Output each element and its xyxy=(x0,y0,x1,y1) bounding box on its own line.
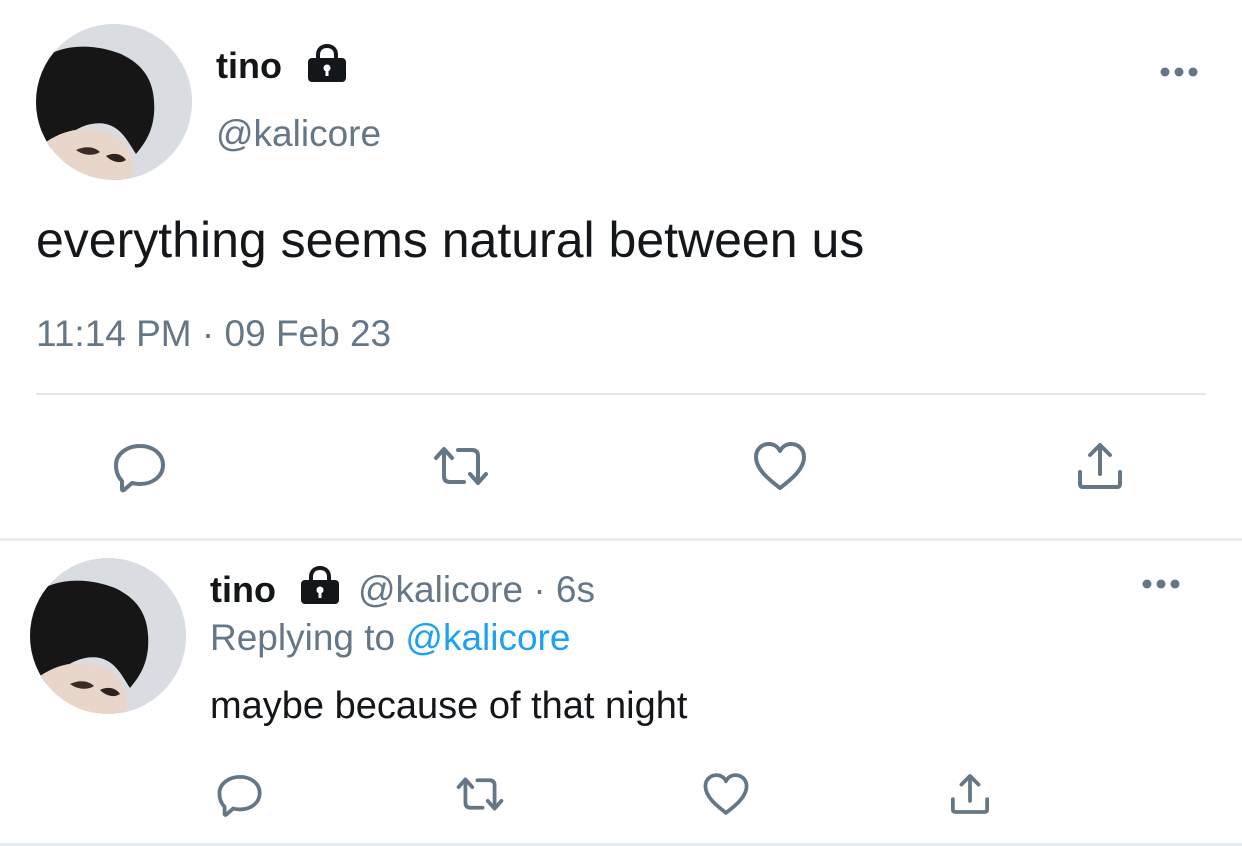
more-icon[interactable] xyxy=(1158,62,1200,82)
more-icon[interactable] xyxy=(1140,574,1182,594)
divider xyxy=(36,393,1206,395)
avatar[interactable] xyxy=(36,24,192,180)
retweet-icon xyxy=(434,447,488,485)
display-name[interactable]: tino xyxy=(216,44,282,88)
mention-link[interactable]: @kalicore xyxy=(405,617,570,658)
avatar[interactable] xyxy=(30,558,186,714)
share-button[interactable] xyxy=(944,768,996,820)
display-name[interactable]: tino xyxy=(210,568,276,612)
lock-icon xyxy=(298,565,342,606)
reply-icon xyxy=(114,444,165,493)
retweet-icon xyxy=(456,777,504,811)
retweet-button[interactable] xyxy=(450,768,510,820)
share-icon xyxy=(1078,443,1122,489)
share-icon xyxy=(950,774,990,814)
replying-to: Replying to @kalicore xyxy=(210,616,570,660)
avatar-image xyxy=(36,24,192,180)
like-button[interactable] xyxy=(750,436,810,496)
like-icon xyxy=(703,773,749,815)
retweet-button[interactable] xyxy=(426,436,496,496)
tweet-timestamp[interactable]: 11:14 PM · 09 Feb 23 xyxy=(36,312,391,356)
reply-icon xyxy=(217,774,262,817)
tweet-text: maybe because of that night xyxy=(210,685,688,727)
section-divider xyxy=(0,538,1242,541)
tweet-text: everything seems natural between us xyxy=(36,212,865,268)
user-handle[interactable]: @kalicore xyxy=(216,112,381,156)
lock-icon xyxy=(305,43,349,84)
avatar-image xyxy=(30,558,186,714)
user-handle-time[interactable]: @kalicore · 6s xyxy=(358,568,595,612)
like-icon xyxy=(754,442,806,490)
reply-button[interactable] xyxy=(110,436,170,496)
reply-button[interactable] xyxy=(214,768,266,820)
share-button[interactable] xyxy=(1070,436,1130,496)
replying-prefix: Replying to xyxy=(210,617,396,658)
like-button[interactable] xyxy=(700,768,752,820)
